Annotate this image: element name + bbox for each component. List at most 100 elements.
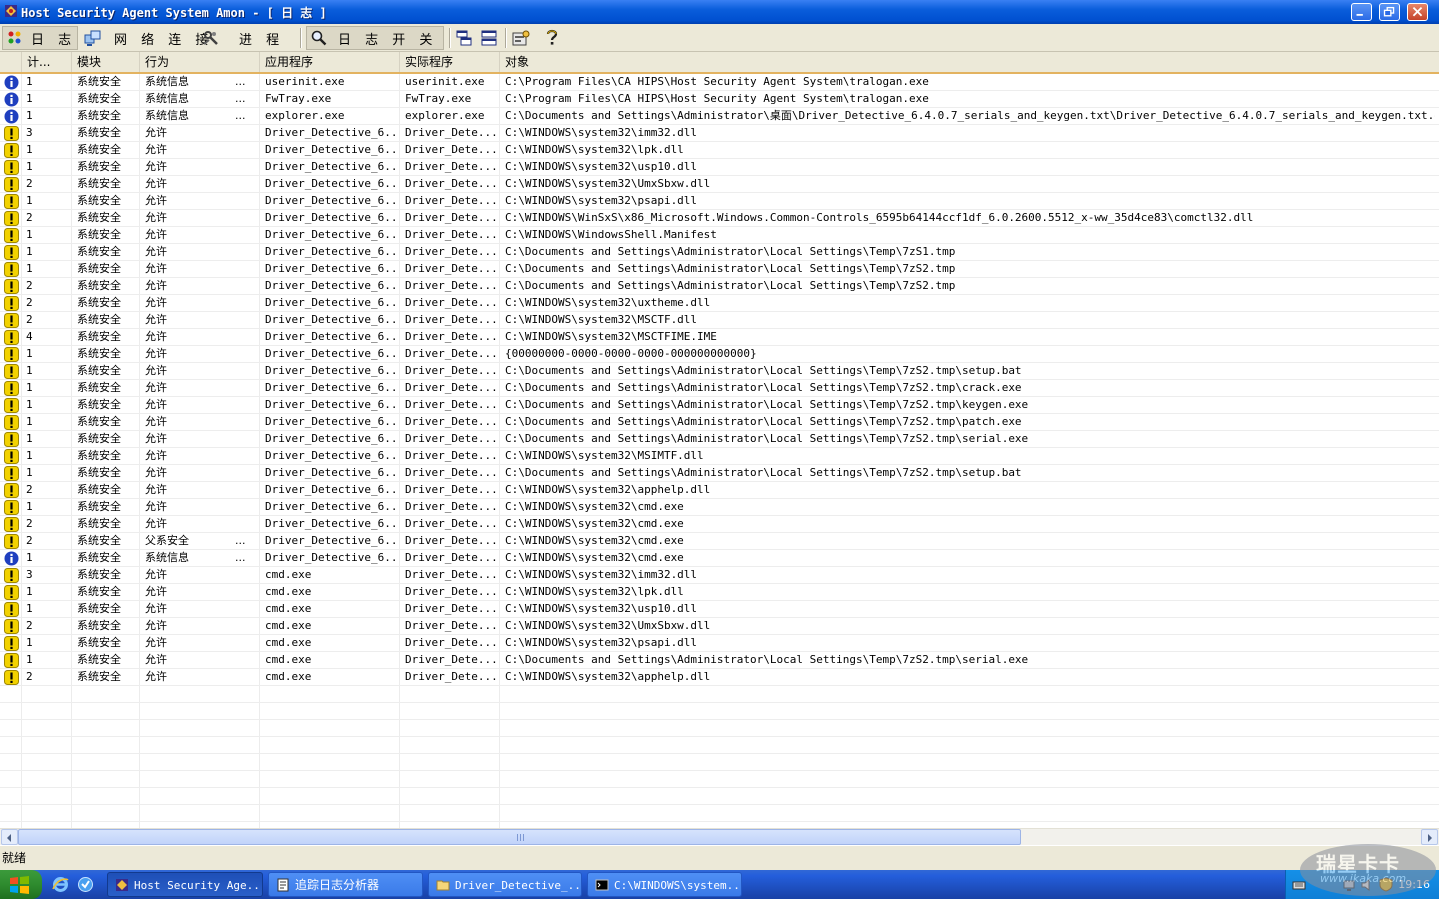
scroll-left-button[interactable] xyxy=(1,829,18,845)
warning-icon xyxy=(4,500,19,515)
row-object: C:\WINDOWS\system32\usp10.dll xyxy=(505,160,698,173)
empty-row xyxy=(0,771,1439,788)
table-row[interactable]: 2 系统安全 允许 cmd.exe Driver_Dete... C:\WINDOWS\s… xyxy=(0,618,1439,635)
row-module: 系统安全 xyxy=(77,211,121,224)
row-object: C:\WINDOWS\system32\lpk.dll xyxy=(505,585,684,598)
table-row[interactable]: 1 系统安全 允许 cmd.exe Driver_Dete... C:\Documents… xyxy=(0,652,1439,669)
warning-icon xyxy=(4,381,19,396)
row-action-ellipsis: ... xyxy=(235,551,246,564)
table-row[interactable]: 2 系统安全 允许 cmd.exe Driver_Dete... C:\WINDOWS\s… xyxy=(0,669,1439,686)
row-action: 父系安全 xyxy=(145,534,189,547)
row-action: 允许 xyxy=(145,296,167,309)
table-row[interactable]: 1 系统安全 允许 Driver_Detective_6... Driver_Dete.… xyxy=(0,159,1439,176)
table-row[interactable]: 2 系统安全 允许 Driver_Detective_6... Driver_Dete.… xyxy=(0,482,1439,499)
start-button[interactable] xyxy=(0,870,42,899)
close-button[interactable] xyxy=(1407,3,1428,21)
scrollbar-thumb[interactable] xyxy=(18,829,1021,845)
process-tab-button[interactable]: 进 程 xyxy=(200,26,280,50)
taskbar-item-cmd[interactable]: C:\WINDOWS\system... xyxy=(587,872,742,897)
table-row[interactable]: 1 系统安全 允许 Driver_Detective_6... Driver_Dete.… xyxy=(0,465,1439,482)
table-row[interactable]: 1 系统安全 允许 Driver_Detective_6... Driver_Dete.… xyxy=(0,227,1439,244)
table-row[interactable]: 1 系统安全 允许 cmd.exe Driver_Dete... C:\WINDOWS\s… xyxy=(0,635,1439,652)
table-row[interactable]: 2 系统安全 允许 Driver_Detective_6... Driver_Dete.… xyxy=(0,210,1439,227)
table-row[interactable]: 2 系统安全 允许 Driver_Detective_6... Driver_Dete.… xyxy=(0,278,1439,295)
table-row[interactable]: 1 系统安全 允许 Driver_Detective_6... Driver_Dete.… xyxy=(0,397,1439,414)
row-module: 系统安全 xyxy=(77,466,121,479)
help-button[interactable] xyxy=(542,26,562,50)
table-row[interactable]: 1 系统安全 允许 Driver_Detective_6... Driver_Dete.… xyxy=(0,193,1439,210)
table-row[interactable]: 4 系统安全 允许 Driver_Detective_6... Driver_Dete.… xyxy=(0,329,1439,346)
minimize-button[interactable] xyxy=(1351,3,1372,21)
taskbar-item-log-analyzer[interactable]: 追踪日志分析器 xyxy=(268,872,423,897)
table-row[interactable]: 3 系统安全 允许 Driver_Detective_6... Driver_Dete.… xyxy=(0,125,1439,142)
table-row[interactable]: 1 系统安全 系统信息 Driver_Detective_6... Driver_Det… xyxy=(0,550,1439,567)
taskbar-item-host-security[interactable]: Host Security Age... xyxy=(107,872,263,897)
table-row[interactable]: 1 系统安全 允许 Driver_Detective_6... Driver_Dete.… xyxy=(0,363,1439,380)
table-row[interactable]: 1 系统安全 允许 Driver_Detective_6... Driver_Dete.… xyxy=(0,431,1439,448)
table-row[interactable]: 1 系统安全 允许 Driver_Detective_6... Driver_Dete.… xyxy=(0,261,1439,278)
row-actual-program: FwTray.exe xyxy=(405,92,472,105)
column-header-icon[interactable] xyxy=(0,52,22,72)
row-action: 系统信息 xyxy=(145,92,189,105)
table-row[interactable]: 1 系统安全 允许 Driver_Detective_6... Driver_Dete.… xyxy=(0,499,1439,516)
table-row[interactable]: 1 系统安全 允许 Driver_Detective_6... Driver_Dete.… xyxy=(0,244,1439,261)
table-row[interactable]: 1 系统安全 允许 Driver_Detective_6... Driver_Dete.… xyxy=(0,448,1439,465)
taskbar-item-driver-folder[interactable]: Driver_Detective_... xyxy=(428,872,582,897)
row-module: 系统安全 xyxy=(77,92,121,105)
row-application: explorer.exe xyxy=(265,109,345,122)
row-action: 允许 xyxy=(145,619,167,632)
table-row[interactable]: 1 系统安全 允许 Driver_Detective_6... Driver_Dete.… xyxy=(0,414,1439,431)
column-header-application[interactable]: 应用程序 xyxy=(260,52,400,72)
table-row[interactable]: 2 系统安全 父系安全 Driver_Detective_6... Driver_Det… xyxy=(0,533,1439,550)
row-object: C:\Documents and Settings\Administrator\… xyxy=(505,262,956,275)
settings-button[interactable] xyxy=(510,26,532,50)
table-row[interactable]: 1 系统安全 允许 Driver_Detective_6... Driver_Dete.… xyxy=(0,380,1439,397)
restore-button[interactable] xyxy=(1379,3,1400,21)
toolbar-separator xyxy=(449,28,451,48)
folder-icon xyxy=(436,880,450,891)
table-row[interactable]: 3 系统安全 允许 cmd.exe Driver_Dete... C:\WINDOWS\s… xyxy=(0,567,1439,584)
row-actual-program: Driver_Dete... xyxy=(405,432,497,445)
tile-button[interactable] xyxy=(479,26,501,50)
table-row[interactable]: 2 系统安全 允许 Driver_Detective_6... Driver_Dete.… xyxy=(0,295,1439,312)
row-actual-program: Driver_Dete... xyxy=(405,194,497,207)
table-row[interactable]: 2 系统安全 允许 Driver_Detective_6... Driver_Dete.… xyxy=(0,516,1439,533)
log-switch-button[interactable]: 日 志 开 关 xyxy=(306,26,444,50)
row-object: C:\Program Files\CA HIPS\Host Security A… xyxy=(505,92,929,105)
table-row[interactable]: 1 系统安全 允许 Driver_Detective_6... Driver_Dete.… xyxy=(0,346,1439,363)
row-count: 1 xyxy=(26,92,33,105)
column-header-action[interactable]: 行为 xyxy=(140,52,260,72)
row-actual-program: Driver_Dete... xyxy=(405,670,497,683)
network-tab-button[interactable]: 网 络 连 接 xyxy=(82,26,208,50)
row-count: 2 xyxy=(26,279,33,292)
table-row[interactable]: 2 系统安全 允许 Driver_Detective_6... Driver_Dete.… xyxy=(0,312,1439,329)
column-header-module[interactable]: 模块 xyxy=(72,52,140,72)
info-icon xyxy=(4,551,19,566)
table-row[interactable]: 1 系统安全 系统信息 userinit.exe userinit.exe C:\Prog… xyxy=(0,74,1439,91)
row-module: 系统安全 xyxy=(77,75,121,88)
title-bar[interactable]: Host Security Agent System Amon - [ 日 志 … xyxy=(0,0,1439,24)
table-row[interactable]: 1 系统安全 允许 Driver_Detective_6... Driver_Dete.… xyxy=(0,142,1439,159)
log-tab-button[interactable]: 日 志 xyxy=(2,26,78,50)
table-row[interactable]: 1 系统安全 系统信息 explorer.exe explorer.exe C:\Docu… xyxy=(0,108,1439,125)
minimize-icon xyxy=(1356,13,1363,16)
column-header-object[interactable]: 对象 xyxy=(500,52,1439,72)
row-action: 允许 xyxy=(145,279,167,292)
table-row[interactable]: 1 系统安全 允许 cmd.exe Driver_Dete... C:\WINDOWS\s… xyxy=(0,584,1439,601)
row-actual-program: explorer.exe xyxy=(405,109,485,122)
quick-launch-icon[interactable] xyxy=(77,876,94,893)
row-actual-program: Driver_Dete... xyxy=(405,398,497,411)
table-row[interactable]: 2 系统安全 允许 Driver_Detective_6... Driver_Dete.… xyxy=(0,176,1439,193)
column-header-actual-program[interactable]: 实际程序 xyxy=(400,52,500,72)
row-module: 系统安全 xyxy=(77,364,121,377)
column-header-count[interactable]: 计... xyxy=(22,52,72,72)
cascade-button[interactable] xyxy=(454,26,476,50)
row-object: C:\Documents and Settings\Administrator\… xyxy=(505,398,1029,411)
toolbar-separator xyxy=(505,28,507,48)
table-row[interactable]: 1 系统安全 系统信息 FwTray.exe FwTray.exe C:\Program … xyxy=(0,91,1439,108)
internet-explorer-icon[interactable] xyxy=(52,876,69,893)
row-action-ellipsis: ... xyxy=(235,75,246,88)
table-row[interactable]: 1 系统安全 允许 cmd.exe Driver_Dete... C:\WINDOWS\s… xyxy=(0,601,1439,618)
log-list[interactable]: 计... 模块 行为 应用程序 实际程序 对象 1 系统安全 系统信息 userini… xyxy=(0,52,1439,828)
horizontal-scrollbar[interactable] xyxy=(0,828,1439,845)
